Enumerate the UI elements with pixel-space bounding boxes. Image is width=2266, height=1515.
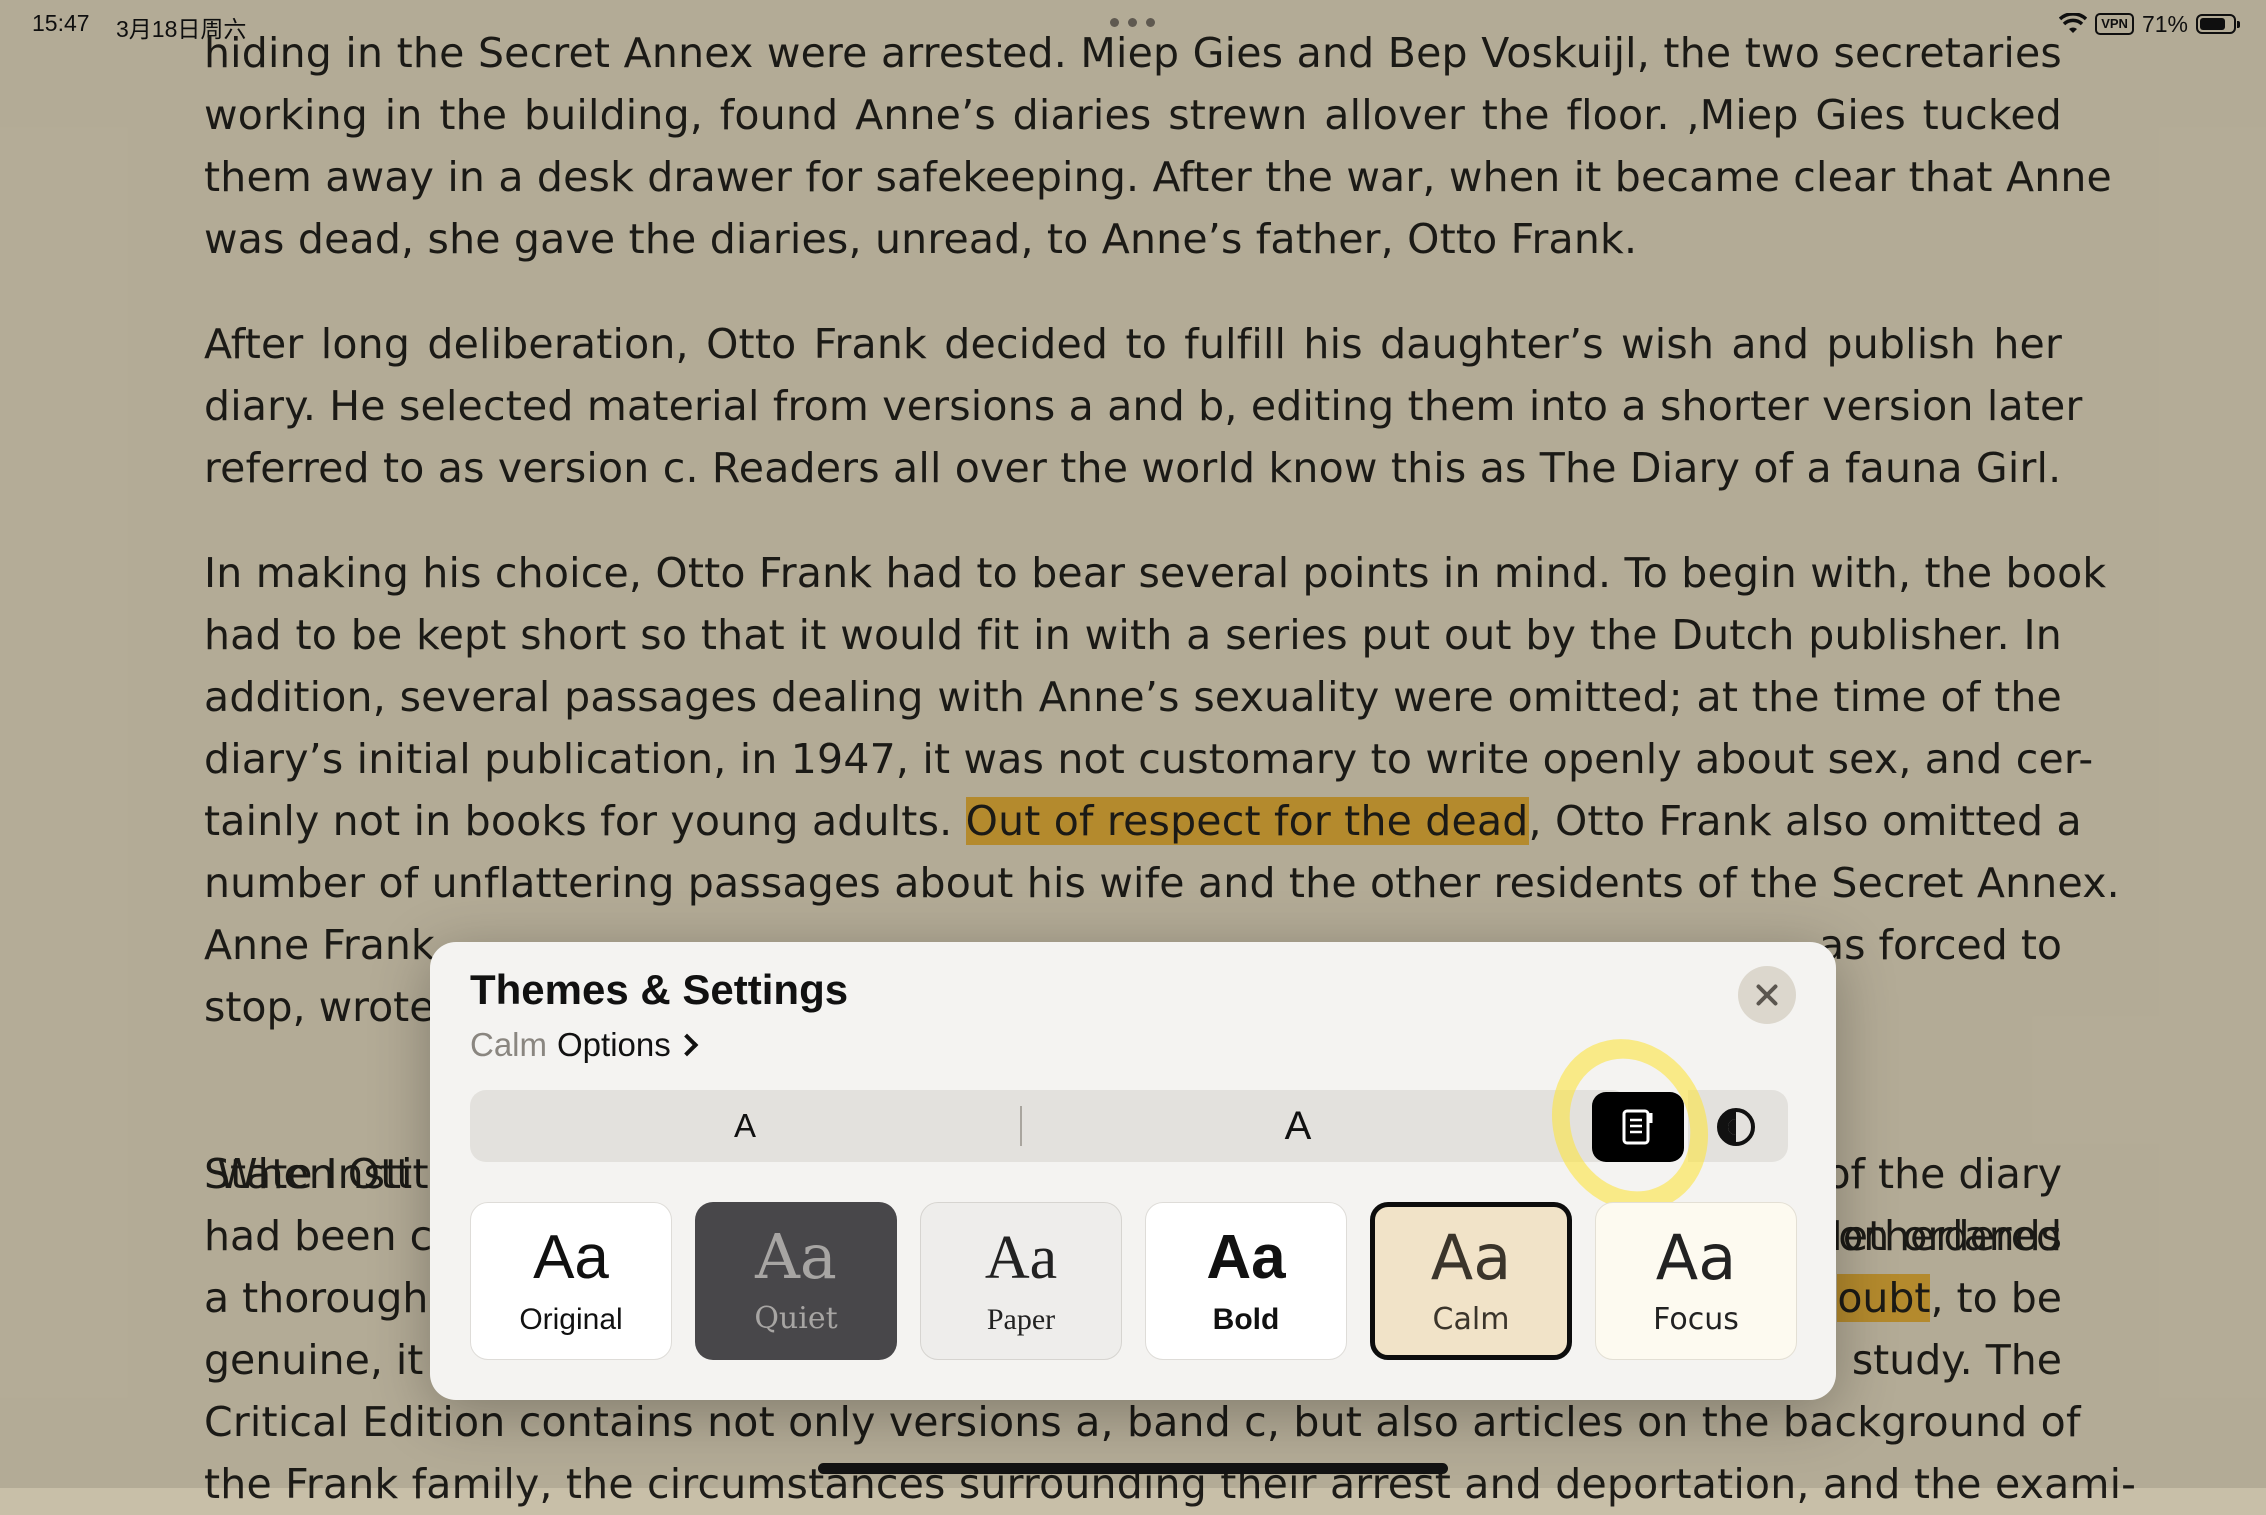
text-fragment: , to be [1930,1274,2062,1322]
theme-sample: Aa [1430,1221,1512,1294]
chevron-right-icon [675,1033,699,1057]
paragraph-1-end: was dead, she gave the diaries, unread, … [204,208,2062,270]
highlighted-passage[interactable]: oubt [1837,1274,1931,1322]
theme-name: Bold [1212,1303,1280,1336]
theme-picker: Aa Original Aa Quiet Aa Paper Aa Bold Aa… [470,1202,1797,1362]
text-line: them away in a desk drawer for safekeepi… [204,153,2112,201]
theme-name: Quiet [754,1301,838,1336]
theme-sample: Aa [1206,1223,1286,1292]
battery-icon [2196,14,2240,34]
theme-calm-selected[interactable]: Aa Calm [1370,1202,1572,1360]
theme-paper[interactable]: Aa Paper [920,1202,1122,1360]
text-line: referred to as version c. Readers all ov… [204,444,2062,492]
text-fragment: had been c [204,1212,433,1260]
text-line: diary’s initial publication, in 1947, it… [204,735,2094,783]
text-fragment: a thorough [204,1274,429,1322]
options-label: Options [557,1026,671,1063]
text-fragment: Anne Frank [204,921,435,969]
theme-name: Calm [1432,1302,1510,1337]
theme-name: Paper [986,1303,1056,1336]
text-fragment: as forced to [1819,921,2062,969]
battery-percent: 71% [2141,10,2188,37]
text-line: Critical Edition contains not only versi… [204,1398,2081,1446]
paragraph-2-end: referred to as version c. Readers all ov… [204,437,2062,499]
contrast-icon [1717,1108,1755,1146]
text-line: working in the building, found Anne’s di… [204,91,2062,139]
themes-settings-panel: Themes & Settings Calm Options A A Aa Or… [430,942,1836,1400]
paragraph-2: After long deliberation, Otto Frank deci… [204,313,2083,437]
text-line: After long deliberation, Otto Frank deci… [204,320,2062,368]
text-fragment: on ordered [1838,1212,2062,1260]
theme-bold[interactable]: Aa Bold [1145,1202,1347,1360]
text-line: number of unflattering passages about hi… [204,859,2120,907]
theme-name: Original [519,1303,623,1336]
text-line: was dead, she gave the diaries, unread, … [204,215,1638,263]
paragraph-3: In making his choice, Otto Frank had to … [204,542,2120,914]
theme-sample: Aa [533,1223,609,1292]
theme-sample: Aa [984,1224,1058,1292]
text-fragment: of the diary [1825,1150,2062,1198]
theme-original[interactable]: Aa Original [470,1202,672,1360]
increase-font-button[interactable]: A [1022,1090,1574,1162]
theme-quiet[interactable]: Aa Quiet [695,1202,897,1360]
wifi-icon [2059,13,2088,33]
text-fragment: stop, wrote [204,983,435,1031]
close-button[interactable] [1738,966,1796,1024]
theme-focus[interactable]: Aa Focus [1595,1202,1797,1360]
text-line: addition, several passages dealing with … [204,673,2062,721]
panel-title: Themes & Settings [470,966,849,1013]
status-time: 15:47 [32,10,90,36]
text-segment: , Otto Frank also omitted a [1528,797,2082,845]
text-line: hiding in the Secret Annex were arrested… [204,29,2062,77]
status-right: VPN 71% [2059,8,2240,40]
current-theme-label: Calm [470,1026,548,1063]
text-fragment: study. The [1851,1336,2062,1384]
text-line: diary. He selected material from version… [204,382,2083,430]
paragraph-4-tail: Critical Edition contains not only versi… [204,1391,2136,1515]
paragraph-1: hiding in the Secret Annex were arrested… [204,22,2112,208]
text-segment: tainly not in books for young adults. [204,797,966,845]
font-size-control: A A [470,1090,1628,1162]
home-indicator[interactable] [818,1463,1448,1474]
text-line: tainly not in books for young adults. Ou… [204,790,2082,852]
decrease-font-button[interactable]: A [470,1090,1020,1162]
vpn-badge: VPN [2095,13,2134,35]
theme-name: Focus [1653,1302,1739,1337]
text-fragment: State Institu [204,1150,455,1198]
highlighted-passage[interactable]: Out of respect for the dead [965,797,1529,845]
theme-sample: Aa [755,1220,837,1293]
theme-sample: Aa [1655,1221,1737,1294]
text-line: In making his choice, Otto Frank had to … [204,549,2107,597]
text-line: had to be kept short so that it would fi… [204,611,2062,659]
options-link[interactable]: Calm Options [470,1026,699,1064]
text-fragment: genuine, it [204,1336,424,1384]
